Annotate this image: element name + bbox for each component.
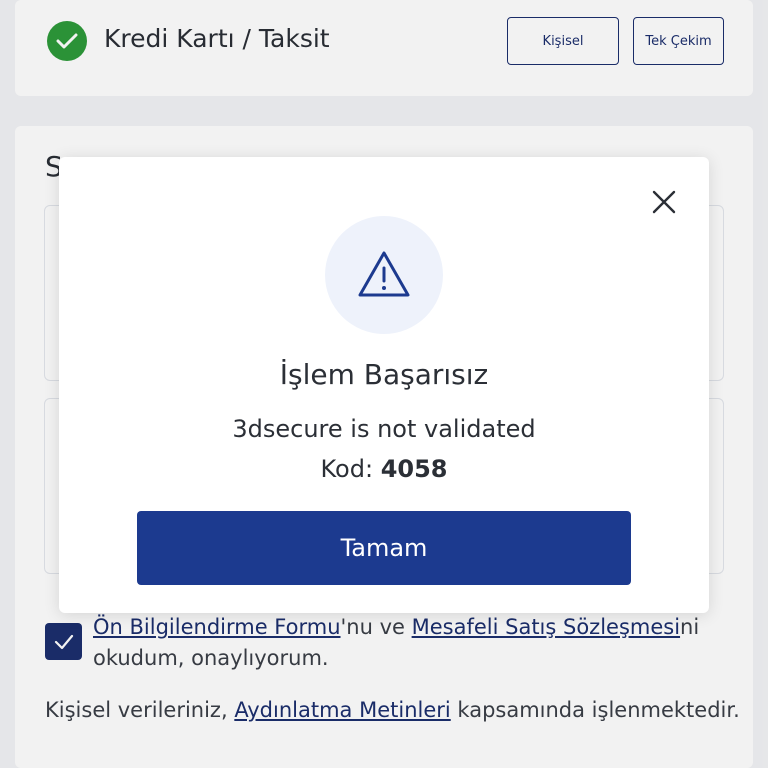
ok-button[interactable]: Tamam [137, 511, 631, 585]
warning-icon [325, 216, 443, 334]
payment-page: Kredi Kartı / Taksit Kişisel Tek Çekim S… [0, 0, 768, 768]
error-modal: İşlem Başarısız 3dsecure is not validate… [59, 157, 709, 613]
error-code: Kod: 4058 [59, 455, 709, 483]
close-icon [652, 190, 676, 214]
error-code-label: Kod: [320, 455, 374, 483]
modal-title: İşlem Başarısız [279, 358, 489, 391]
close-button[interactable] [649, 187, 679, 217]
error-code-value: 4058 [380, 455, 448, 483]
error-message: 3dsecure is not validated [232, 415, 536, 443]
